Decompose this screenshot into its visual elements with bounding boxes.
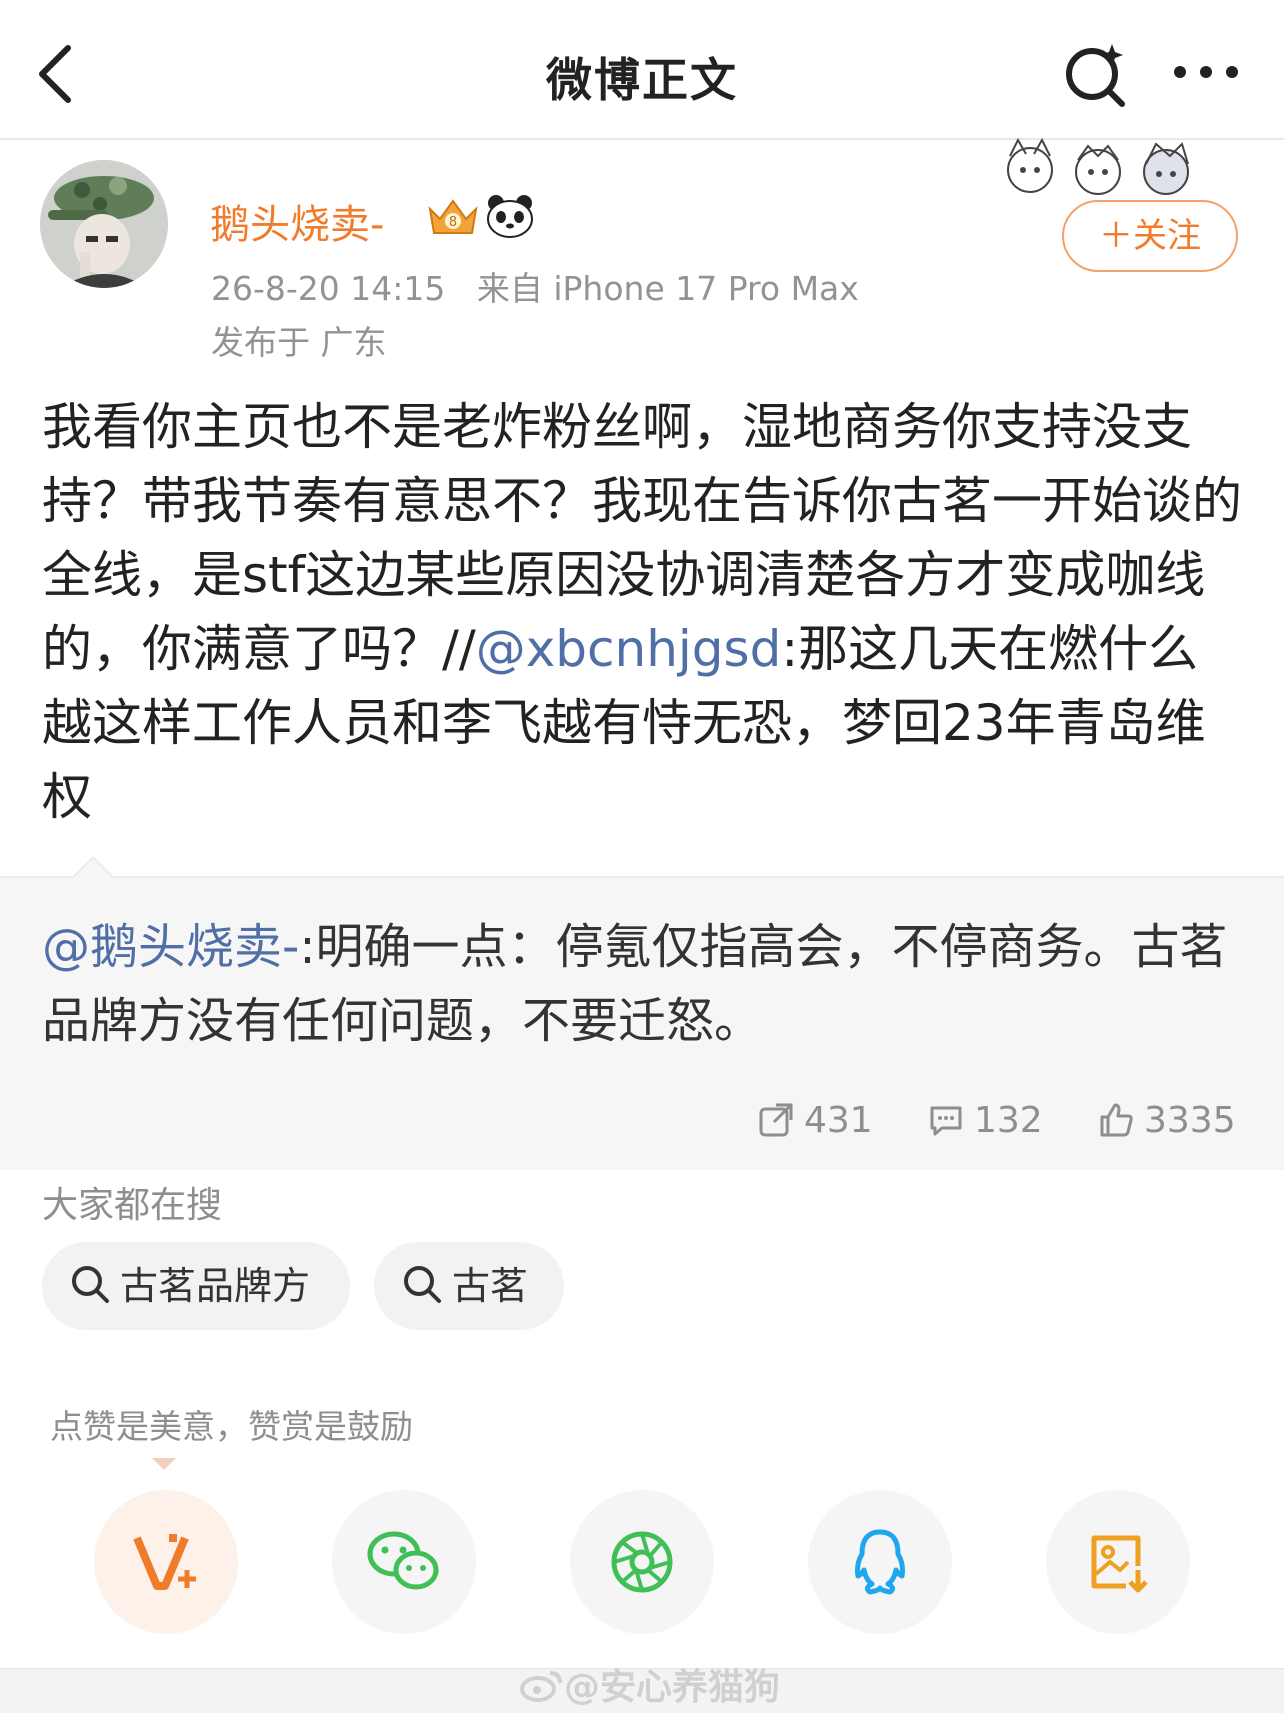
search-chip-label: 古茗 — [452, 1264, 529, 1308]
weibo-logo-icon — [520, 1671, 562, 1702]
avatar-image — [40, 160, 168, 288]
vip-crown-badge-icon[interactable]: 8 — [424, 193, 482, 239]
search-chip[interactable]: 古茗品牌方 — [42, 1242, 350, 1330]
repost-count: 431 — [804, 1100, 873, 1141]
post-content: 我看你主页也不是老炸粉丝啊，湿地商务你支持没支持？带我节奏有意思不？我现在告诉你… — [42, 390, 1242, 834]
repost-button[interactable]: 431 — [758, 1100, 873, 1141]
search-chip-label: 古茗品牌方 — [120, 1264, 311, 1308]
moments-icon — [611, 1531, 673, 1593]
reward-tip-pointer — [152, 1458, 176, 1470]
follow-button[interactable]: ＋关注 — [1062, 200, 1238, 272]
reward-button[interactable] — [94, 1490, 238, 1634]
like-count: 3335 — [1144, 1100, 1236, 1141]
mention-link[interactable]: @xbcnhjgsd — [476, 620, 782, 678]
post-meta: 26-8-20 14:15 来自 iPhone 17 Pro Max — [211, 262, 859, 310]
save-image-button[interactable] — [1046, 1490, 1190, 1634]
share-qq-button[interactable] — [808, 1490, 952, 1634]
username[interactable]: 鹅头烧卖- — [210, 192, 384, 250]
avatar[interactable] — [40, 160, 168, 288]
search-icon — [72, 1266, 109, 1303]
comment-button[interactable]: 132 — [928, 1100, 1043, 1141]
qq-icon — [855, 1529, 905, 1595]
watermark-text: @安心养猫狗 — [564, 1667, 781, 1708]
more-button[interactable] — [1170, 48, 1242, 96]
post-location: 发布于 广东 — [211, 323, 387, 362]
thumbs-up-icon — [1100, 1103, 1133, 1137]
card-decoration-characters — [996, 137, 1200, 198]
reward-tip: 点赞是美意，赞赏是鼓励 — [50, 1407, 413, 1446]
panda-badge-icon — [484, 193, 536, 239]
original-author-link[interactable]: @鹅头烧卖- — [42, 919, 299, 975]
search-button[interactable] — [1060, 38, 1130, 108]
more-dots-icon — [1174, 66, 1238, 78]
original-post-text[interactable]: @鹅头烧卖-:明确一点：停氪仅指高会，不停商务。古茗品牌方没有任何问题，不要迁怒… — [42, 910, 1252, 1058]
share-wechat-button[interactable] — [332, 1490, 476, 1634]
post-time: 26-8-20 14:15 — [211, 269, 446, 308]
reward-v-icon — [133, 1534, 196, 1590]
post-source: 来自 iPhone 17 Pro Max — [476, 269, 859, 308]
svg-text:8: 8 — [449, 215, 457, 230]
comment-icon — [930, 1106, 962, 1136]
repost-icon — [759, 1103, 793, 1137]
search-icon — [404, 1266, 441, 1303]
trending-search-title: 大家都在搜 — [42, 1185, 223, 1226]
top-nav-bar: 微博正文 — [0, 0, 1284, 140]
save-image-icon — [1091, 1535, 1148, 1593]
search-sparkle-icon — [1066, 44, 1125, 107]
weibo-watermark: @安心养猫狗 — [520, 1658, 780, 1710]
like-button[interactable]: 3335 — [1098, 1100, 1236, 1141]
share-moments-button[interactable] — [570, 1490, 714, 1634]
search-chip[interactable]: 古茗 — [374, 1242, 564, 1330]
comment-count: 132 — [974, 1100, 1043, 1141]
wechat-icon — [367, 1531, 439, 1590]
